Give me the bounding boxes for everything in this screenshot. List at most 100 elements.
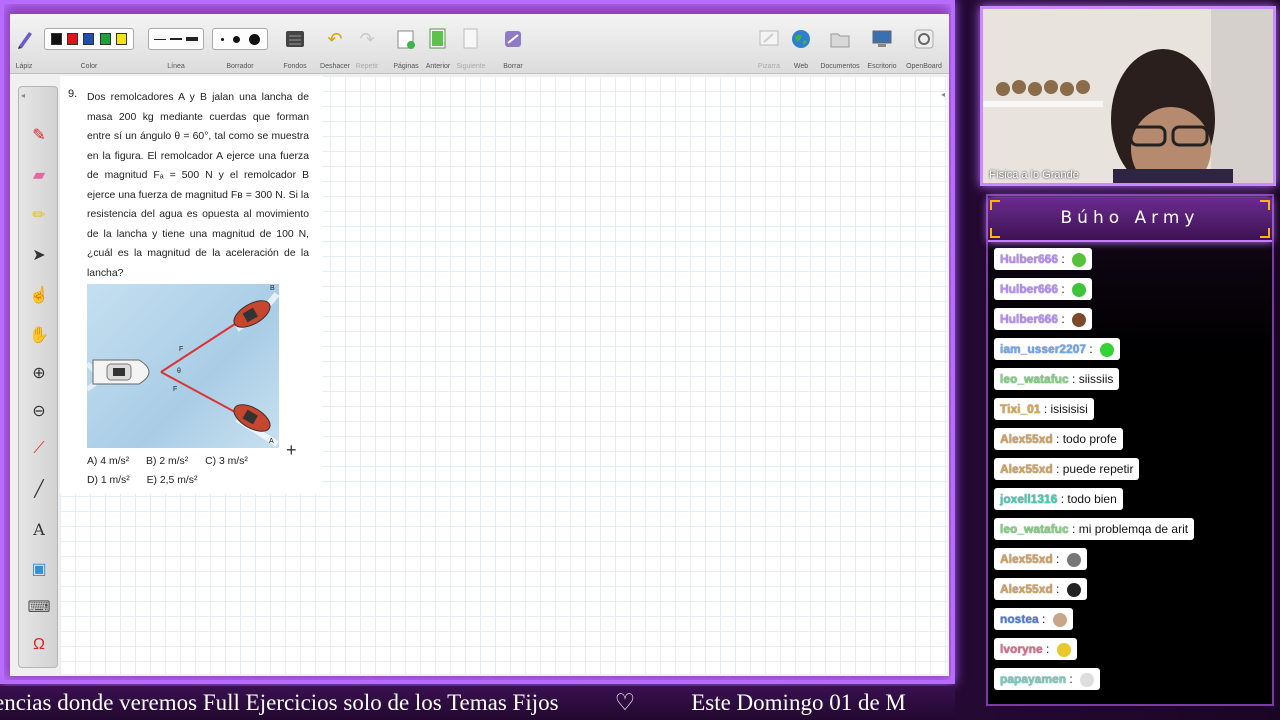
board-canvas[interactable]: 9. Dos remolcadores A y B jalan una lanc… (60, 76, 947, 674)
eraser-small[interactable] (220, 37, 224, 41)
web-button[interactable]: Web (786, 18, 816, 70)
problem-number: 9. (68, 88, 78, 100)
webcam-frame: Física a lo Grande (980, 6, 1276, 186)
chat-username[interactable]: Hulber666 (1000, 282, 1058, 296)
problem-statement: Dos remolcadores A y B jalan una lancha … (87, 92, 309, 279)
chat-username[interactable]: Alex55xd (1000, 462, 1053, 476)
news-ticker: encias donde veremos Full Ejercicios sol… (0, 686, 955, 720)
chat-username[interactable]: nostea (1000, 612, 1039, 626)
chat-message: iam_usser2207 : (994, 338, 1121, 360)
previous-page-button[interactable]: Anterior (422, 18, 454, 70)
capture-tool-icon[interactable]: ▣ (27, 557, 51, 581)
desktop-button[interactable]: Escritorio (862, 18, 902, 70)
highlighter-tool-icon[interactable]: ✏ (27, 203, 51, 227)
tugboats-figure: B A F F θ (87, 284, 279, 448)
color-swatch-black[interactable] (50, 33, 62, 45)
emote-icon (1066, 582, 1081, 597)
gear-icon (911, 26, 937, 52)
eraser-large[interactable] (248, 33, 260, 45)
chat-username[interactable]: papayamen (1000, 672, 1066, 686)
chat-username[interactable]: Alex55xd (1000, 552, 1053, 566)
chat-username[interactable]: leo_watafuc (1000, 372, 1069, 386)
collapse-left-icon[interactable]: ◂ (21, 91, 25, 100)
pencil-tool[interactable]: Lápiz (10, 18, 38, 70)
openboard-menu-button[interactable]: OpenBoard (902, 18, 946, 70)
collapse-right-icon[interactable]: ◂ (941, 90, 945, 99)
clear-page-icon (500, 26, 526, 52)
color-swatch-green[interactable] (99, 33, 111, 45)
zoom-in-icon[interactable]: ⊕ (27, 361, 51, 385)
chat-message: Alex55xd : todo profe (994, 428, 1123, 450)
documents-button[interactable]: Documentos (818, 18, 862, 70)
answer-a: A) 4 m/s² (87, 456, 130, 467)
chat-text: isisisisi (1050, 402, 1088, 416)
eraser-size-picker[interactable]: Borrador (210, 18, 270, 70)
chat-text: todo bien (1067, 492, 1117, 506)
interact-tool-icon[interactable]: ☝ (27, 283, 51, 307)
heart-icon: ♡ (614, 690, 636, 715)
next-page-button[interactable]: Siguiente (454, 18, 488, 70)
line-widths (148, 28, 204, 50)
color-picker[interactable]: Color (42, 18, 136, 70)
hand-tool-icon[interactable]: ✋ (27, 323, 51, 347)
label-b: B (270, 285, 275, 292)
laser-pointer-icon[interactable]: ⟋ (27, 437, 51, 461)
color-swatch-red[interactable] (67, 33, 79, 45)
chat-separator: : (1052, 582, 1063, 596)
chat-username[interactable]: leo_watafuc (1000, 522, 1069, 536)
chat-separator: : (1068, 522, 1079, 536)
chat-username[interactable]: Tixi_01 (1000, 402, 1040, 416)
chat-message: leo_watafuc : mi problemqa de arit (994, 518, 1195, 540)
chat-username[interactable]: iam_usser2207 (1000, 342, 1086, 356)
board-mode-button[interactable]: Pizarra (754, 18, 784, 70)
chat-separator: : (1058, 252, 1069, 266)
answer-c: C) 3 m/s² (205, 456, 248, 467)
chat-username[interactable]: Alex55xd (1000, 582, 1053, 596)
chat-username[interactable]: lvoryne (1000, 642, 1043, 656)
line-thin[interactable] (154, 38, 166, 40)
webcam-caption: Física a lo Grande (989, 169, 1079, 181)
pages-button[interactable]: Páginas (390, 18, 422, 70)
emote-icon (1052, 612, 1067, 627)
eraser-tool-icon[interactable]: ▰ (27, 163, 51, 187)
chat-username[interactable]: Alex55xd (1000, 432, 1053, 446)
color-swatch-blue[interactable] (83, 33, 95, 45)
answer-b: B) 2 m/s² (146, 456, 189, 467)
line-width-picker[interactable]: Línea (146, 18, 206, 70)
chat-message-list: Hulber666 : Hulber666 : Hulber666 : iam_… (994, 248, 1270, 698)
chat-message: Hulber666 : (994, 308, 1093, 330)
redo-button[interactable]: ↷ Repetir (352, 18, 382, 71)
color-swatches (44, 28, 134, 50)
boat-shape (92, 359, 150, 385)
color-swatch-yellow[interactable] (116, 33, 128, 45)
clear-button[interactable]: Borrar (496, 18, 530, 70)
problem-card: 9. Dos remolcadores A y B jalan una lanc… (60, 76, 322, 494)
answer-e: E) 2,5 m/s² (146, 475, 198, 486)
chat-message: Alex55xd : (994, 548, 1087, 570)
pen-tool-icon[interactable]: ✎ (27, 123, 51, 147)
force-b-label: F (179, 346, 184, 353)
chat-message: lvoryne : (994, 638, 1077, 660)
chat-username[interactable]: Hulber666 (1000, 312, 1058, 326)
crosshair-cursor-icon: + (286, 440, 297, 460)
text-tool-icon[interactable]: A (27, 517, 51, 541)
line-thick[interactable] (186, 37, 198, 41)
chat-message: Tixi_01 : isisisisi (994, 398, 1094, 420)
backgrounds-button[interactable]: Fondos (280, 18, 310, 70)
chat-separator: : (1086, 342, 1097, 356)
emote-icon (1066, 552, 1081, 567)
zoom-out-icon[interactable]: ⊖ (27, 399, 51, 423)
selector-tool-icon[interactable]: ➤ (27, 243, 51, 267)
chat-separator: : (1042, 642, 1053, 656)
stream-overlay: Lápiz Color Línea Borrador Fondos ↶ Desh… (0, 0, 1280, 720)
line-medium[interactable] (170, 38, 182, 40)
keyboard-icon[interactable]: ⌨ (27, 595, 51, 619)
chat-username[interactable]: Hulber666 (1000, 252, 1058, 266)
undo-button[interactable]: ↶ Deshacer (318, 18, 352, 71)
chat-username[interactable]: joxell1316 (1000, 492, 1057, 506)
magnet-icon[interactable]: Ω (27, 633, 51, 657)
force-a-label: F (173, 386, 178, 393)
grid-background-icon (282, 26, 308, 52)
line-tool-icon[interactable]: ╱ (27, 477, 51, 501)
eraser-medium[interactable] (232, 35, 240, 43)
